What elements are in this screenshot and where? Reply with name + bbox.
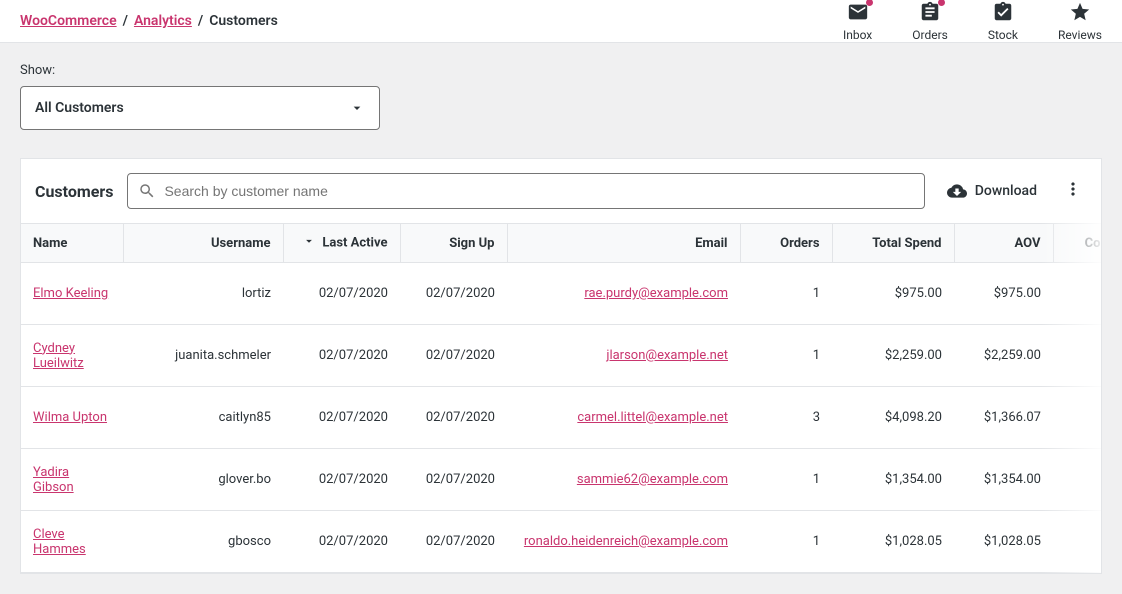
card-header: Customers Download bbox=[21, 159, 1101, 223]
customer-name-link[interactable]: Cleve Hammes bbox=[33, 527, 86, 557]
filter-select[interactable]: All Customers bbox=[20, 86, 380, 130]
search-icon bbox=[138, 182, 156, 200]
notification-dot bbox=[938, 0, 945, 6]
col-username[interactable]: Username bbox=[123, 224, 283, 263]
more-button[interactable] bbox=[1059, 175, 1087, 207]
total-spend-cell: $4,098.20 bbox=[832, 387, 954, 449]
email-link[interactable]: sammie62@example.com bbox=[577, 472, 728, 487]
table-row: Wilma Uptoncaitlyn8502/07/202002/07/2020… bbox=[21, 387, 1101, 449]
table-row: Cydney Lueilwitzjuanita.schmeler02/07/20… bbox=[21, 325, 1101, 387]
breadcrumb-parent[interactable]: Analytics bbox=[134, 13, 192, 29]
activity-label: Stock bbox=[988, 28, 1018, 42]
email-link[interactable]: carmel.littel@example.net bbox=[577, 410, 728, 425]
download-label: Download bbox=[975, 183, 1037, 199]
breadcrumb-sep: / bbox=[198, 13, 203, 29]
table-row: Cleve Hammesgbosco02/07/202002/07/2020ro… bbox=[21, 511, 1101, 573]
filter-value: All Customers bbox=[35, 100, 124, 116]
col-sign-up[interactable]: Sign Up bbox=[400, 224, 507, 263]
last-active-cell: 02/07/2020 bbox=[283, 263, 400, 325]
aov-cell: $1,366.07 bbox=[954, 387, 1053, 449]
table-header-row: Name Username Last Active Sign Up Email … bbox=[21, 224, 1101, 263]
col-country[interactable]: Co bbox=[1053, 224, 1101, 263]
col-total-spend[interactable]: Total Spend bbox=[832, 224, 954, 263]
orders-cell: 1 bbox=[740, 325, 832, 387]
chevron-down-icon bbox=[349, 100, 365, 116]
breadcrumb-sep: / bbox=[123, 13, 128, 29]
col-name[interactable]: Name bbox=[21, 224, 123, 263]
country-cell bbox=[1053, 387, 1101, 449]
country-cell bbox=[1053, 325, 1101, 387]
sign-up-cell: 02/07/2020 bbox=[400, 387, 507, 449]
country-cell bbox=[1053, 263, 1101, 325]
filter-label: Show: bbox=[20, 63, 1102, 78]
customer-name-link[interactable]: Wilma Upton bbox=[33, 410, 107, 425]
activity-label: Reviews bbox=[1058, 28, 1102, 42]
username-cell: lortiz bbox=[123, 263, 283, 325]
breadcrumb-root[interactable]: WooCommerce bbox=[20, 13, 117, 29]
table-row: Yadira Gibsonglover.bo02/07/202002/07/20… bbox=[21, 449, 1101, 511]
orders-cell: 1 bbox=[740, 449, 832, 511]
sort-desc-icon bbox=[302, 234, 316, 252]
customers-card: Customers Download Name bbox=[20, 158, 1102, 574]
customers-table: Name Username Last Active Sign Up Email … bbox=[21, 223, 1101, 573]
col-last-active[interactable]: Last Active bbox=[283, 224, 400, 263]
total-spend-cell: $2,259.00 bbox=[832, 325, 954, 387]
sign-up-cell: 02/07/2020 bbox=[400, 449, 507, 511]
breadcrumb: WooCommerce / Analytics / Customers bbox=[20, 13, 278, 29]
search-input[interactable] bbox=[164, 183, 913, 199]
username-cell: glover.bo bbox=[123, 449, 283, 511]
username-cell: caitlyn85 bbox=[123, 387, 283, 449]
col-aov[interactable]: AOV bbox=[954, 224, 1053, 263]
last-active-cell: 02/07/2020 bbox=[283, 449, 400, 511]
username-cell: juanita.schmeler bbox=[123, 325, 283, 387]
activity-label: Orders bbox=[912, 28, 948, 42]
last-active-cell: 02/07/2020 bbox=[283, 325, 400, 387]
email-link[interactable]: rae.purdy@example.com bbox=[584, 286, 728, 301]
reviews-icon bbox=[1069, 1, 1091, 23]
breadcrumb-current: Customers bbox=[209, 13, 278, 29]
sign-up-cell: 02/07/2020 bbox=[400, 325, 507, 387]
sign-up-cell: 02/07/2020 bbox=[400, 263, 507, 325]
stock-icon bbox=[992, 1, 1014, 23]
total-spend-cell: $1,028.05 bbox=[832, 511, 954, 573]
table-row: Elmo Keelinglortiz02/07/202002/07/2020ra… bbox=[21, 263, 1101, 325]
activity-stock[interactable]: Stock bbox=[988, 1, 1018, 42]
total-spend-cell: $975.00 bbox=[832, 263, 954, 325]
activity-label: Inbox bbox=[843, 28, 872, 42]
aov-cell: $1,028.05 bbox=[954, 511, 1053, 573]
last-active-cell: 02/07/2020 bbox=[283, 511, 400, 573]
content: Show: All Customers Customers Download bbox=[0, 43, 1122, 594]
col-orders[interactable]: Orders bbox=[740, 224, 832, 263]
card-title: Customers bbox=[35, 182, 113, 201]
orders-cell: 3 bbox=[740, 387, 832, 449]
aov-cell: $1,354.00 bbox=[954, 449, 1053, 511]
country-cell bbox=[1053, 449, 1101, 511]
top-bar: WooCommerce / Analytics / Customers Inbo… bbox=[0, 0, 1122, 43]
customer-name-link[interactable]: Yadira Gibson bbox=[33, 465, 74, 495]
last-active-cell: 02/07/2020 bbox=[283, 387, 400, 449]
table-wrap: Name Username Last Active Sign Up Email … bbox=[21, 223, 1101, 573]
activity-reviews[interactable]: Reviews bbox=[1058, 1, 1102, 42]
total-spend-cell: $1,354.00 bbox=[832, 449, 954, 511]
activity-inbox[interactable]: Inbox bbox=[843, 1, 872, 42]
username-cell: gbosco bbox=[123, 511, 283, 573]
activity-orders[interactable]: Orders bbox=[912, 1, 948, 42]
email-link[interactable]: ronaldo.heidenreich@example.com bbox=[524, 534, 728, 549]
sign-up-cell: 02/07/2020 bbox=[400, 511, 507, 573]
orders-cell: 1 bbox=[740, 263, 832, 325]
search-box[interactable] bbox=[127, 173, 924, 209]
email-link[interactable]: jlarson@example.net bbox=[606, 348, 728, 363]
notification-dot bbox=[866, 0, 873, 6]
more-vertical-icon bbox=[1063, 179, 1083, 199]
download-button[interactable]: Download bbox=[939, 181, 1045, 201]
download-icon bbox=[947, 181, 967, 201]
activity-panel: Inbox Orders Stock Reviews bbox=[843, 1, 1102, 42]
col-email[interactable]: Email bbox=[507, 224, 740, 263]
customer-name-link[interactable]: Elmo Keeling bbox=[33, 286, 108, 301]
aov-cell: $975.00 bbox=[954, 263, 1053, 325]
customer-name-link[interactable]: Cydney Lueilwitz bbox=[33, 341, 84, 371]
country-cell bbox=[1053, 511, 1101, 573]
aov-cell: $2,259.00 bbox=[954, 325, 1053, 387]
orders-cell: 1 bbox=[740, 511, 832, 573]
